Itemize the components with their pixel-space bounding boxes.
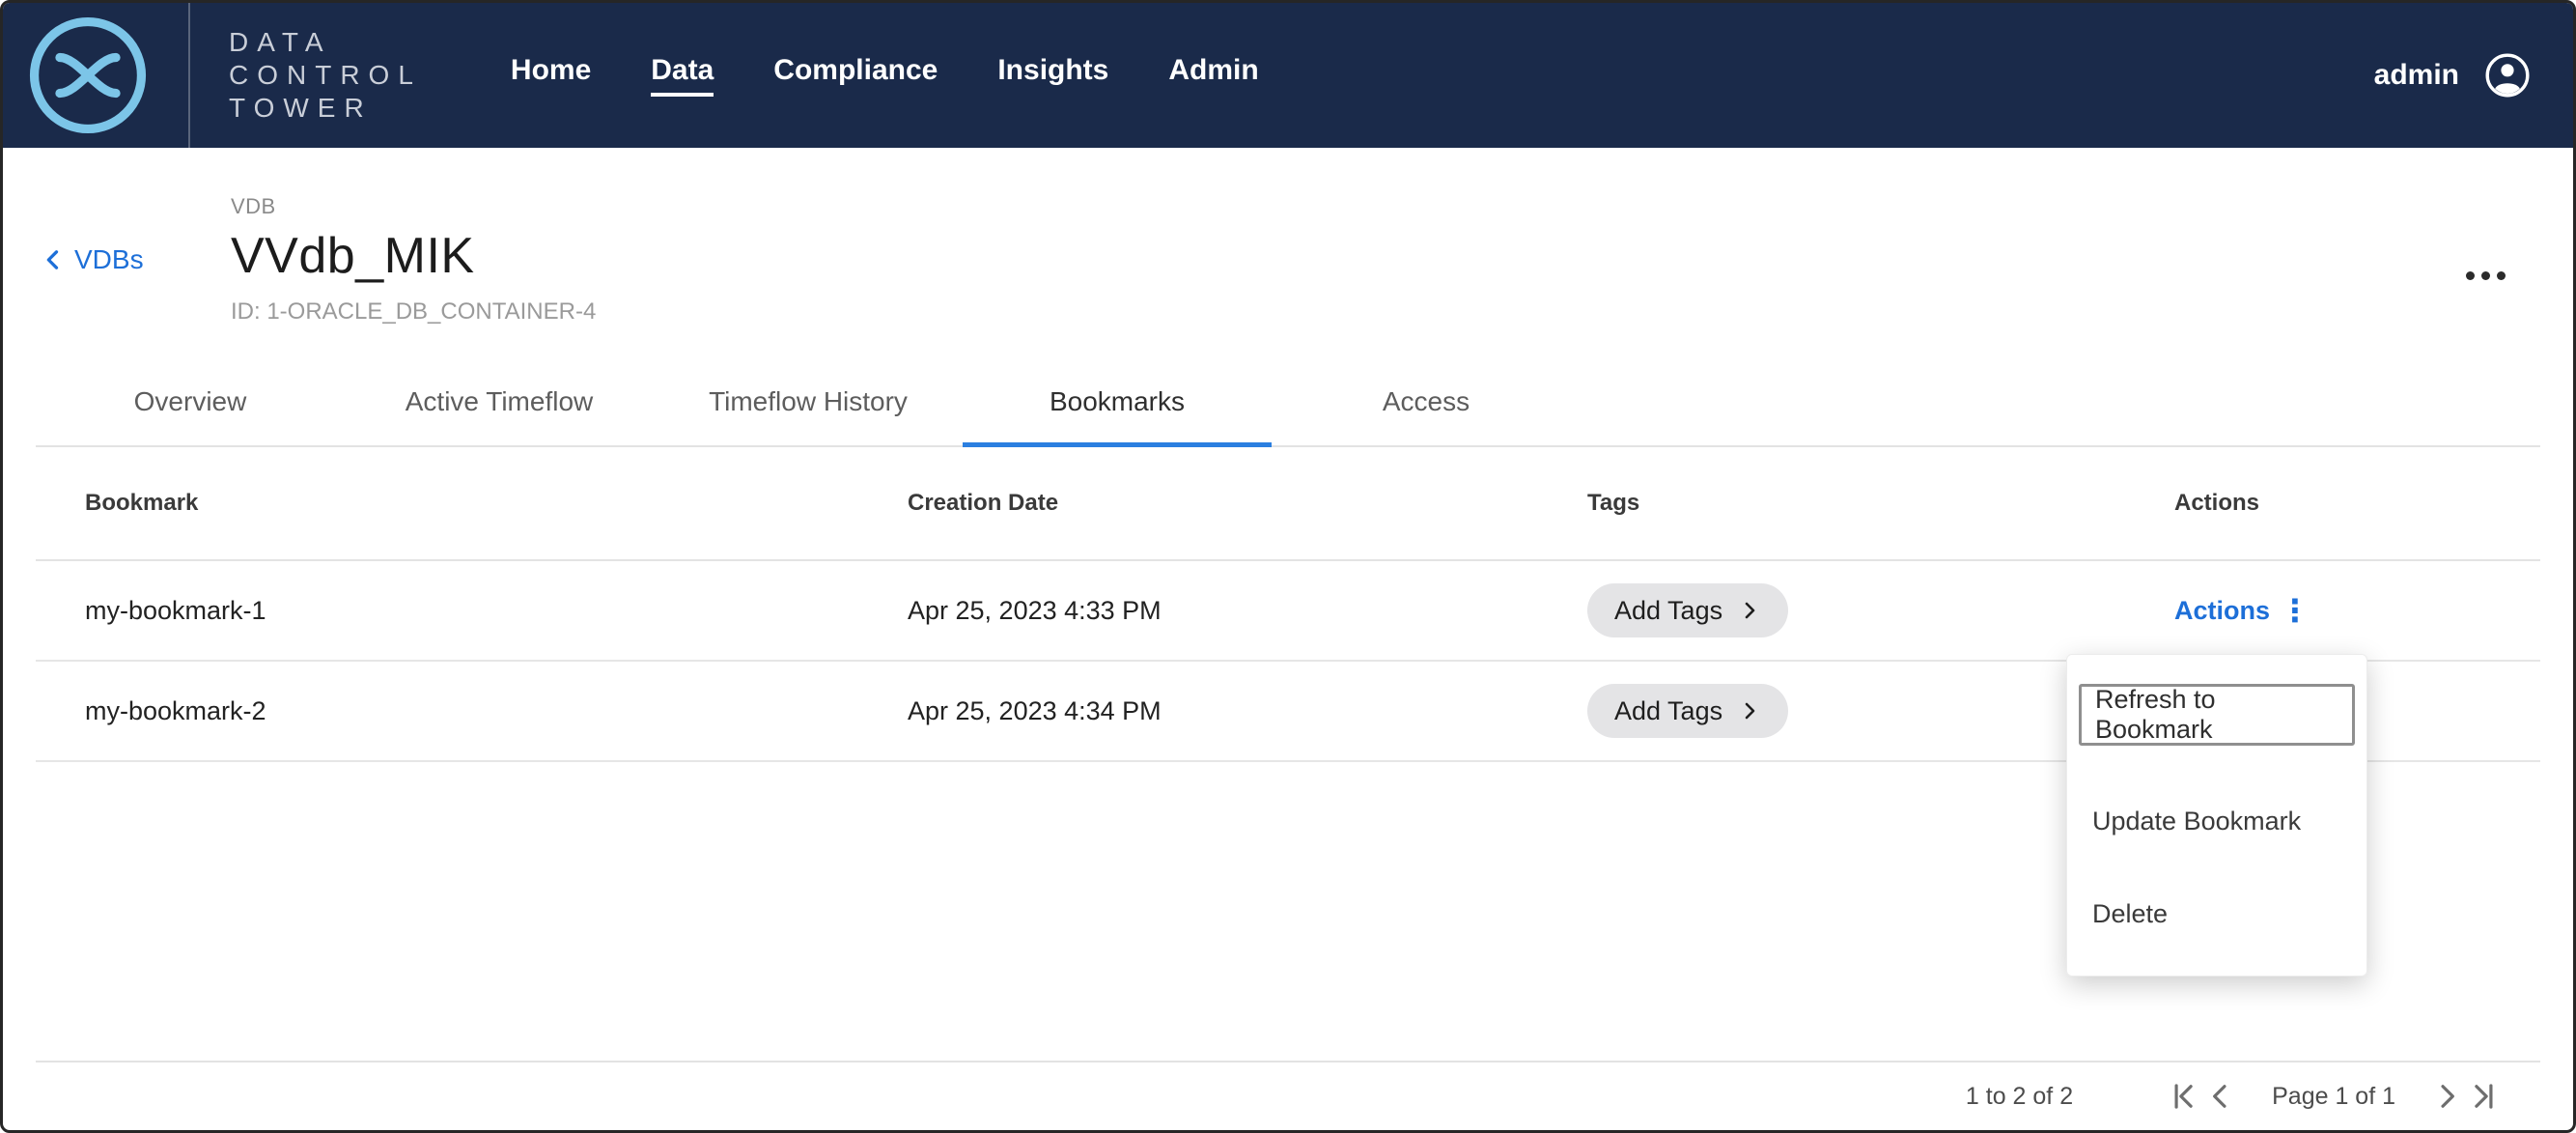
tab-active-timeflow[interactable]: Active Timeflow — [345, 386, 654, 447]
page-title: VVdb_MIK — [231, 227, 2573, 285]
creation-date: Apr 25, 2023 4:34 PM — [908, 696, 1587, 726]
ellipsis-icon — [2466, 271, 2475, 280]
menu-item-delete[interactable]: Delete — [2079, 867, 2355, 960]
top-navbar: DATA CONTROL TOWER Home Data Compliance … — [3, 3, 2573, 148]
nav-compliance[interactable]: Compliance — [773, 54, 938, 97]
column-header-bookmark: Bookmark — [36, 490, 908, 517]
entity-type-label: VDB — [231, 194, 2573, 219]
tab-access[interactable]: Access — [1272, 386, 1581, 447]
brand-logo[interactable]: DATA CONTROL TOWER — [24, 3, 422, 148]
back-to-vdbs-link[interactable]: VDBs — [40, 244, 144, 275]
chevron-right-icon — [1738, 599, 1761, 622]
bookmark-name: my-bookmark-1 — [36, 596, 908, 626]
creation-date: Apr 25, 2023 4:33 PM — [908, 596, 1587, 626]
main-nav: Home Data Compliance Insights Admin — [511, 54, 1259, 97]
add-tags-label: Add Tags — [1614, 596, 1722, 626]
pagination-bar: 1 to 2 of 2 Page 1 of 1 — [36, 1061, 2540, 1130]
pagination-range-label: 1 to 2 of 2 — [1966, 1083, 2073, 1111]
brand-divider — [188, 3, 190, 148]
brand-text: DATA CONTROL TOWER — [229, 26, 422, 125]
navbar-right: admin — [2374, 52, 2531, 99]
user-avatar-icon[interactable] — [2484, 52, 2531, 99]
brand-line: DATA — [229, 26, 422, 59]
nav-home[interactable]: Home — [511, 54, 591, 97]
back-link-label: VDBs — [74, 244, 144, 275]
tab-bookmarks[interactable]: Bookmarks — [963, 386, 1272, 447]
last-page-icon[interactable] — [2465, 1078, 2502, 1115]
actions-label: Actions — [2174, 596, 2270, 626]
more-options-button[interactable] — [2456, 262, 2515, 290]
add-tags-button[interactable]: Add Tags — [1587, 583, 1788, 637]
brand-line: TOWER — [229, 92, 422, 125]
tab-overview[interactable]: Overview — [36, 386, 345, 447]
title-block: VDB VVdb_MIK ID: 1-ORACLE_DB_CONTAINER-4 — [3, 148, 2573, 326]
ellipsis-icon — [2497, 271, 2506, 280]
pagination-page-label: Page 1 of 1 — [2272, 1083, 2395, 1111]
add-tags-button[interactable]: Add Tags — [1587, 684, 1788, 738]
table-row: my-bookmark-1 Apr 25, 2023 4:33 PM Add T… — [36, 561, 2540, 662]
user-name[interactable]: admin — [2374, 59, 2459, 92]
chevron-right-icon — [1738, 699, 1761, 722]
menu-item-update-bookmark[interactable]: Update Bookmark — [2079, 775, 2355, 867]
previous-page-icon[interactable] — [2202, 1078, 2239, 1115]
nav-insights[interactable]: Insights — [997, 54, 1108, 97]
actions-menu: Refresh to Bookmark Update Bookmark Dele… — [2066, 654, 2367, 977]
column-header-creation-date: Creation Date — [908, 490, 1587, 517]
next-page-icon[interactable] — [2428, 1078, 2465, 1115]
table-header-row: Bookmark Creation Date Tags Actions — [36, 447, 2540, 561]
row-actions-button[interactable]: Actions ⋮ — [2174, 595, 2310, 626]
nav-data[interactable]: Data — [651, 54, 714, 97]
kebab-vertical-icon: ⋮ — [2280, 595, 2310, 626]
menu-item-refresh-to-bookmark[interactable]: Refresh to Bookmark — [2079, 684, 2355, 746]
first-page-icon[interactable] — [2166, 1078, 2202, 1115]
nav-admin[interactable]: Admin — [1168, 54, 1258, 97]
tab-timeflow-history[interactable]: Timeflow History — [654, 386, 963, 447]
app-window: DATA CONTROL TOWER Home Data Compliance … — [0, 0, 2576, 1133]
chevron-left-icon — [40, 246, 67, 273]
add-tags-label: Add Tags — [1614, 696, 1722, 726]
tab-bar: Overview Active Timeflow Timeflow Histor… — [36, 370, 2540, 447]
ellipsis-icon — [2481, 271, 2490, 280]
page-header: VDBs VDB VVdb_MIK ID: 1-ORACLE_DB_CONTAI… — [3, 148, 2573, 370]
bookmark-name: my-bookmark-2 — [36, 696, 908, 726]
entity-id-label: ID: 1-ORACLE_DB_CONTAINER-4 — [231, 298, 2573, 326]
brand-line: CONTROL — [229, 59, 422, 92]
column-header-actions: Actions — [2174, 490, 2540, 517]
delphix-logo-icon — [24, 12, 152, 139]
column-header-tags: Tags — [1587, 490, 2174, 517]
